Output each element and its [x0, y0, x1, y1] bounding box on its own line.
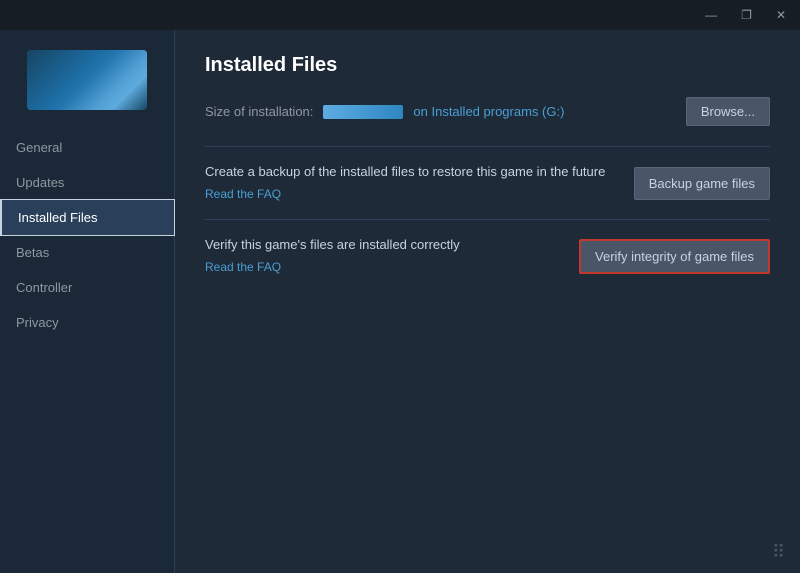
- install-size-row: Size of installation: on Installed progr…: [205, 97, 770, 126]
- sidebar-item-betas[interactable]: Betas: [0, 235, 174, 270]
- verify-integrity-button[interactable]: Verify integrity of game files: [579, 239, 770, 274]
- verify-section: Verify this game's files are installed c…: [205, 219, 770, 292]
- maximize-button[interactable]: ❐: [735, 6, 758, 24]
- sidebar: General Updates Installed Files Betas Co…: [0, 30, 175, 573]
- backup-faq-link[interactable]: Read the FAQ: [205, 187, 281, 201]
- browse-button[interactable]: Browse...: [686, 97, 770, 126]
- verify-faq-link[interactable]: Read the FAQ: [205, 260, 281, 274]
- verify-section-title: Verify this game's files are installed c…: [205, 236, 559, 254]
- sidebar-item-privacy[interactable]: Privacy: [0, 305, 174, 340]
- app-container: General Updates Installed Files Betas Co…: [0, 30, 800, 573]
- game-logo: [27, 50, 147, 110]
- sidebar-item-updates[interactable]: Updates: [0, 165, 174, 200]
- backup-section: Create a backup of the installed files t…: [205, 146, 770, 219]
- install-size-label: Size of installation:: [205, 104, 313, 119]
- main-content: Installed Files Size of installation: on…: [175, 30, 800, 573]
- sidebar-item-controller[interactable]: Controller: [0, 270, 174, 305]
- backup-game-files-button[interactable]: Backup game files: [634, 167, 770, 200]
- bottom-dots: ⠿: [772, 542, 786, 563]
- backup-section-info: Create a backup of the installed files t…: [205, 163, 614, 203]
- minimize-button[interactable]: —: [699, 6, 723, 24]
- close-button[interactable]: ✕: [770, 6, 792, 24]
- install-size-value: [323, 105, 403, 119]
- backup-section-title: Create a backup of the installed files t…: [205, 163, 614, 181]
- sidebar-item-installed-files[interactable]: Installed Files: [0, 200, 174, 235]
- sidebar-item-general[interactable]: General: [0, 130, 174, 165]
- title-bar: — ❐ ✕: [0, 0, 800, 30]
- install-location-link[interactable]: on Installed programs (G:): [413, 104, 564, 119]
- verify-section-info: Verify this game's files are installed c…: [205, 236, 559, 276]
- game-logo-image: [27, 50, 147, 110]
- page-title: Installed Files: [205, 54, 770, 77]
